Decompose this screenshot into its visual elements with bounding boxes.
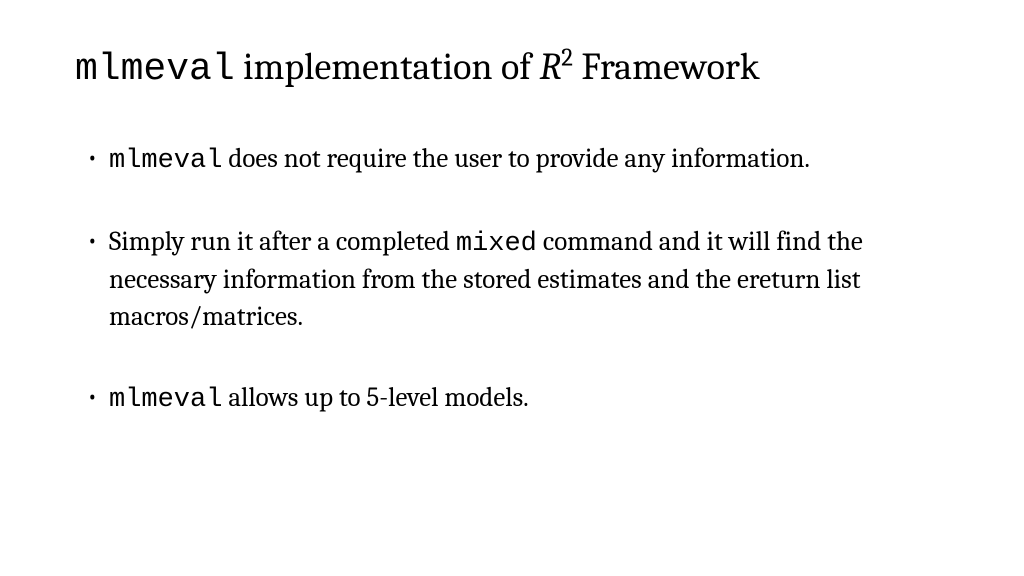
title-middle: implementation of [235, 45, 540, 89]
bullet-code: mixed [456, 229, 537, 259]
slide-title: mlmeval implementation of R2 Framework [75, 45, 949, 93]
list-item: mlmeval allows up to 5-level models. [87, 380, 949, 418]
title-r: R [539, 45, 561, 89]
bullet-code: mlmeval [109, 385, 222, 415]
bullet-text: does not require the user to provide any… [222, 143, 810, 174]
title-sup: 2 [561, 44, 573, 72]
bullet-code: mlmeval [109, 146, 222, 176]
list-item: mlmeval does not require the user to pro… [87, 141, 949, 179]
title-code: mlmeval [75, 48, 235, 91]
bullet-list: mlmeval does not require the user to pro… [75, 141, 949, 419]
bullet-text: Simply run it after a completed [109, 226, 456, 257]
list-item: Simply run it after a completed mixed co… [87, 224, 949, 335]
bullet-text: allows up to 5-level models. [222, 382, 528, 413]
title-after: Framework [573, 45, 760, 89]
